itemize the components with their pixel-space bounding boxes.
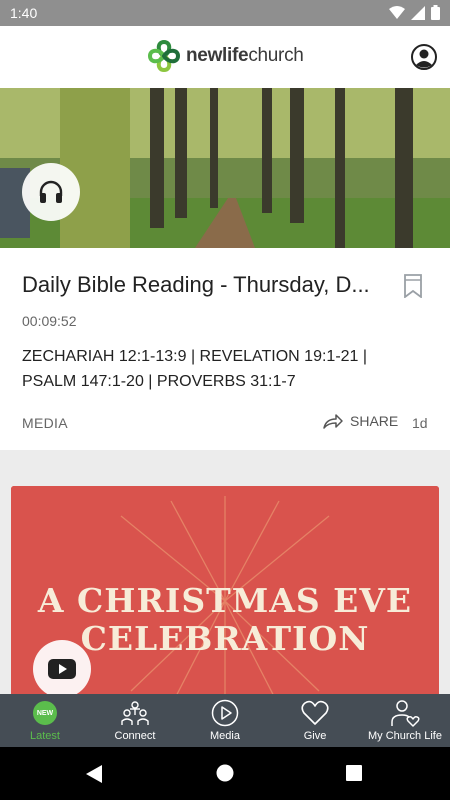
feed-card[interactable]: Daily Bible Reading - Thursday, D... 00:… [0, 88, 450, 450]
card-age: 1d [412, 415, 428, 431]
app-header: newlifechurch [0, 26, 450, 88]
brand-name: newlifechurch [186, 45, 304, 66]
play-circle-icon [211, 699, 239, 727]
status-icons [389, 5, 440, 20]
banner-line2: CELEBRATION [81, 619, 370, 658]
bookmark-button[interactable] [403, 274, 423, 303]
nav-connect-label: Connect [114, 730, 156, 742]
nav-media-label: Media [210, 730, 240, 742]
play-video-button[interactable] [33, 640, 91, 694]
heart-icon [301, 700, 329, 725]
youtube-play-icon [48, 659, 76, 679]
person-heart-icon [391, 700, 420, 727]
brand-logo[interactable]: newlifechurch [146, 38, 304, 74]
feed[interactable]: Daily Bible Reading - Thursday, D... 00:… [0, 88, 450, 694]
headphones-icon [39, 180, 63, 203]
nav-connect[interactable]: Connect [90, 694, 180, 747]
nav-give[interactable]: Give [270, 694, 360, 747]
card-category[interactable]: MEDIA [22, 415, 68, 431]
profile-icon [411, 44, 437, 70]
nav-my-church-life-label: My Church Life [368, 730, 442, 742]
bottom-nav: NEW Latest Connect Media Give My Church … [0, 694, 450, 747]
share-label: SHARE [350, 413, 399, 429]
status-bar: 1:40 [0, 0, 450, 26]
system-nav-bar [0, 747, 450, 800]
nav-latest[interactable]: NEW Latest [0, 694, 90, 747]
nav-latest-label: Latest [30, 730, 60, 742]
card-title[interactable]: Daily Bible Reading - Thursday, D... [22, 272, 384, 298]
profile-button[interactable] [411, 44, 437, 70]
bookmark-icon [404, 274, 422, 299]
people-icon [121, 701, 149, 725]
signal-icon [411, 5, 425, 20]
back-icon[interactable] [85, 765, 103, 783]
recents-icon[interactable] [346, 765, 362, 781]
nav-my-church-life[interactable]: My Church Life [360, 694, 450, 747]
card-passage: ZECHARIAH 12:1-13:9 | REVELATION 19:1-21… [22, 348, 368, 390]
wifi-icon [389, 5, 405, 19]
new-badge-icon: NEW [33, 699, 57, 727]
feed-card-video[interactable]: A CHRISTMAS EVE CELEBRATION [11, 486, 439, 694]
logo-mark-icon [147, 39, 181, 73]
nav-give-label: Give [303, 730, 327, 742]
new-badge: NEW [33, 701, 57, 725]
card-hero-image[interactable] [0, 88, 450, 248]
share-button[interactable]: SHARE [322, 412, 398, 430]
battery-icon [431, 5, 440, 20]
card-duration: 00:09:52 [22, 313, 77, 329]
play-audio-button[interactable] [22, 163, 80, 221]
nav-media[interactable]: Media [180, 694, 270, 747]
status-time: 1:40 [10, 5, 38, 21]
banner-line1: A CHRISTMAS EVE [37, 581, 412, 620]
home-icon[interactable] [216, 764, 234, 782]
share-icon [323, 414, 343, 429]
